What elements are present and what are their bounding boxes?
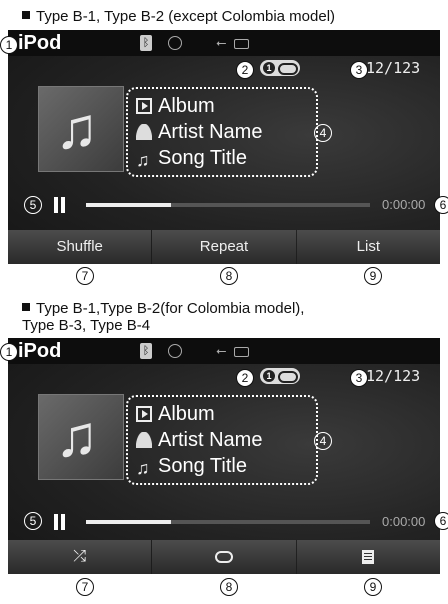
bullet-square-icon xyxy=(22,11,30,19)
repeat-loop-icon xyxy=(278,371,298,383)
song-row: ♫ Song Title xyxy=(136,145,247,171)
shuffle-button[interactable]: ⤮ xyxy=(8,540,152,574)
bluetooth-icon: ᛒ xyxy=(140,35,152,51)
caption-top-text: Type B-1, Type B-2 (except Colombia mode… xyxy=(36,8,336,25)
callout-8: 8 xyxy=(220,267,238,285)
list-button[interactable]: List xyxy=(296,230,440,264)
album-row: Album xyxy=(136,93,215,119)
album-art: ♫ xyxy=(38,86,124,172)
song-title: Song Title xyxy=(158,147,247,169)
album-icon xyxy=(136,406,152,422)
artist-row: Artist Name xyxy=(136,427,262,453)
song-icon: ♫ xyxy=(136,458,150,478)
song-title: Song Title xyxy=(158,455,247,477)
callout-5: 5 xyxy=(24,196,42,214)
repeat-one-number: 1 xyxy=(263,62,275,74)
callout-2: 2 xyxy=(236,61,254,79)
track-count: 12/123 xyxy=(366,59,421,77)
list-button[interactable] xyxy=(296,540,440,574)
progress-fill xyxy=(86,203,172,207)
callout-3: 3 xyxy=(350,369,368,387)
repeat-one-number: 1 xyxy=(263,370,275,382)
callout-3: 3 xyxy=(350,61,368,79)
caption-bottom: Type B-1,Type B-2(for Colombia model), T… xyxy=(22,300,304,334)
song-icon: ♫ xyxy=(136,150,150,170)
album-art-note-icon: ♫ xyxy=(55,404,99,469)
battery-icon xyxy=(234,39,249,49)
repeat-button[interactable]: Repeat xyxy=(152,230,296,264)
elapsed-time: 0:00:00 xyxy=(382,197,426,212)
callout-6: 6 xyxy=(434,196,448,214)
callout-7: 7 xyxy=(76,267,94,285)
callout-8: 8 xyxy=(220,578,238,596)
artist-icon xyxy=(136,432,152,448)
album-name: Album xyxy=(158,403,215,425)
ipod-screen-type-2: iPod ᛒ ⭠ 1 12/123 ♫ Album Artist Name ♫ S… xyxy=(8,338,440,574)
repeat-loop-icon xyxy=(278,63,298,75)
shuffle-button[interactable]: Shuffle xyxy=(8,230,152,264)
callout-1: 1 xyxy=(0,343,18,361)
track-count: 12/123 xyxy=(366,367,421,385)
caption-bottom-line2: Type B-3, Type B-4 xyxy=(22,317,151,334)
song-row: ♫ Song Title xyxy=(136,453,247,479)
album-row: Album xyxy=(136,401,215,427)
usb-icon: ⭠ xyxy=(216,343,227,358)
list-icon xyxy=(362,550,375,565)
control-button-bar: ⤮ xyxy=(8,540,440,574)
album-name: Album xyxy=(158,95,215,117)
callout-6: 6 xyxy=(434,512,448,530)
artist-icon xyxy=(136,124,152,140)
progress-fill xyxy=(86,520,172,524)
shuffle-icon: ⤮ xyxy=(73,548,87,565)
bluetooth-icon: ᛒ xyxy=(140,343,152,359)
repeat-icon xyxy=(214,551,233,564)
caption-bottom-line1: Type B-1,Type B-2(for Colombia model), xyxy=(36,300,305,317)
pause-icon[interactable] xyxy=(54,514,66,530)
caption-top: Type B-1, Type B-2 (except Colombia mode… xyxy=(22,8,335,25)
callout-4: 4 xyxy=(314,432,332,450)
callout-1: 1 xyxy=(0,36,18,54)
album-art-note-icon: ♫ xyxy=(55,96,99,161)
usb-icon: ⭠ xyxy=(216,35,227,50)
ipod-screen-type-1: iPod ᛒ ⭠ 1 12/123 ♫ Album Artist Name ♫ S… xyxy=(8,30,440,264)
status-bar: iPod ᛒ ⭠ xyxy=(8,338,440,364)
control-button-bar: Shuffle Repeat List xyxy=(8,230,440,264)
track-info-box: Album Artist Name ♫ Song Title xyxy=(126,87,318,177)
elapsed-time: 0:00:00 xyxy=(382,514,426,529)
album-art: ♫ xyxy=(38,394,124,480)
artist-name: Artist Name xyxy=(158,429,263,451)
mode-title: iPod xyxy=(18,32,62,54)
callout-7: 7 xyxy=(76,578,94,596)
callout-2: 2 xyxy=(236,369,254,387)
callout-9: 9 xyxy=(364,578,382,596)
progress-bar[interactable] xyxy=(86,203,370,207)
callout-9: 9 xyxy=(364,267,382,285)
battery-icon xyxy=(234,347,249,357)
artist-name: Artist Name xyxy=(158,121,263,143)
disc-icon xyxy=(168,344,182,358)
progress-bar[interactable] xyxy=(86,520,370,524)
repeat-one-badge: 1 xyxy=(260,60,300,76)
mode-title: iPod xyxy=(18,340,62,362)
track-info-box: Album Artist Name ♫ Song Title xyxy=(126,395,318,485)
disc-icon xyxy=(168,36,182,50)
repeat-one-badge: 1 xyxy=(260,368,300,384)
repeat-button[interactable] xyxy=(152,540,296,574)
pause-icon[interactable] xyxy=(54,197,66,213)
album-icon xyxy=(136,98,152,114)
status-bar: iPod ᛒ ⭠ xyxy=(8,30,440,56)
callout-4: 4 xyxy=(314,124,332,142)
bullet-square-icon xyxy=(22,303,30,311)
artist-row: Artist Name xyxy=(136,119,262,145)
callout-5: 5 xyxy=(24,512,42,530)
